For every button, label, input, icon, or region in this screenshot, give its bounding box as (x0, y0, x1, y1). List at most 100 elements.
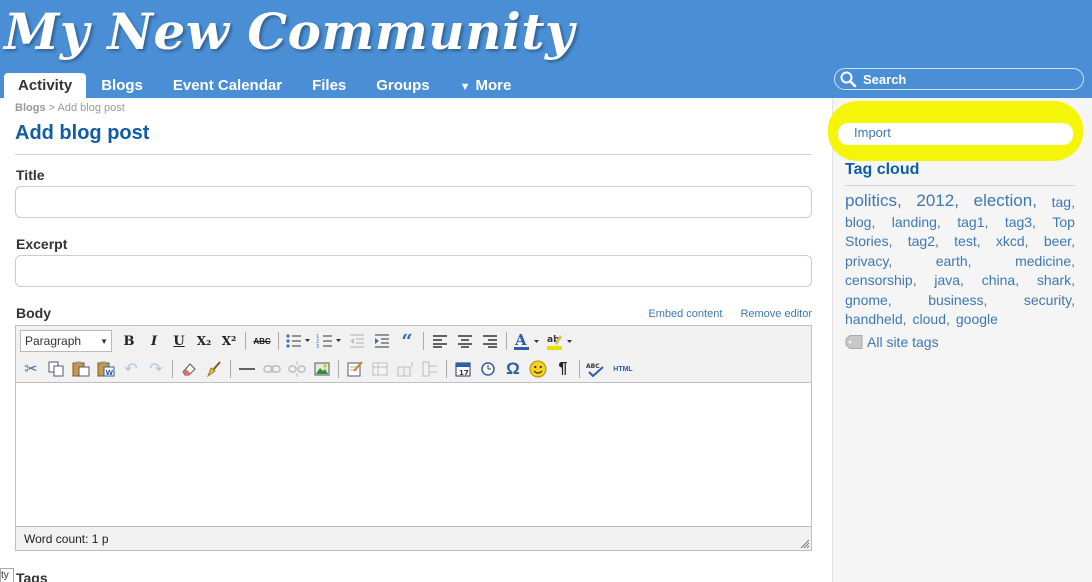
numbered-list-button[interactable]: 123 (315, 330, 343, 352)
insert-table-button[interactable] (369, 358, 391, 380)
tab-event-calendar[interactable]: Event Calendar (158, 73, 297, 98)
horizontal-rule-button[interactable] (236, 358, 258, 380)
table-column-button[interactable] (419, 358, 441, 380)
redo-button[interactable]: ↷ (145, 358, 167, 380)
tag-link[interactable]: security, (1024, 292, 1075, 308)
align-right-button[interactable] (479, 330, 501, 352)
tag-link[interactable]: privacy, (845, 253, 892, 269)
all-site-tags-link[interactable]: All site tags (845, 334, 939, 350)
tag-link[interactable]: java, (934, 272, 964, 288)
body-label: Body (16, 305, 51, 321)
strikethrough-button[interactable]: ABC (251, 330, 273, 352)
text-color-button[interactable]: A (512, 330, 542, 352)
unlink-button[interactable] (286, 358, 308, 380)
tag-link[interactable]: Top (1052, 214, 1075, 230)
cleanup-button[interactable] (203, 358, 225, 380)
search-box[interactable] (834, 68, 1084, 90)
tag-link[interactable]: gnome, (845, 292, 892, 308)
outdent-button[interactable] (346, 330, 368, 352)
search-input[interactable] (863, 71, 1063, 87)
tag-link[interactable]: handheld, (845, 311, 907, 327)
tab-blogs[interactable]: Blogs (86, 73, 158, 98)
blockquote-button[interactable]: “ (396, 329, 418, 353)
italic-button[interactable]: I (143, 330, 165, 352)
emoticon-button[interactable] (527, 358, 549, 380)
insert-link-button[interactable] (261, 358, 283, 380)
tag-link[interactable]: politics, (845, 191, 902, 211)
tag-link[interactable]: earth, (936, 253, 972, 269)
tab-more[interactable]: ▼ More (445, 73, 527, 98)
resize-grip-icon[interactable] (800, 539, 810, 549)
tag-link[interactable]: business, (928, 292, 987, 308)
special-character-button[interactable]: Ω (502, 358, 524, 380)
align-left-button[interactable] (429, 330, 451, 352)
tag-link[interactable]: censorship, (845, 272, 917, 288)
tag-link[interactable]: landing, (892, 214, 941, 230)
editor-toolbar-row-1: Paragraph ▼ B I U X₂ X² ABC 123 “ A ab (20, 329, 578, 353)
tag-cloud-line: censorship, java, china, shark, (845, 272, 1075, 288)
indent-button[interactable] (371, 330, 393, 352)
copy-button[interactable] (45, 358, 67, 380)
excerpt-input[interactable] (15, 255, 812, 287)
tag-link[interactable]: google (956, 311, 998, 327)
insert-date-button[interactable]: 17 (452, 358, 474, 380)
spellcheck-button[interactable]: ABC (585, 358, 607, 380)
editor-content-area[interactable] (16, 382, 811, 527)
title-input[interactable] (15, 186, 812, 218)
tag-link[interactable]: tag2, (908, 233, 939, 249)
show-blocks-button[interactable]: ¶ (552, 358, 574, 380)
site-title[interactable]: My New Community (4, 2, 575, 61)
bold-button[interactable]: B (118, 330, 140, 352)
subscript-button[interactable]: X₂ (193, 330, 215, 352)
spellcheck-icon: ABC (586, 363, 604, 377)
tag-link[interactable]: china, (982, 272, 1019, 288)
tag-link[interactable]: Stories, (845, 233, 892, 249)
tag-icon (845, 335, 863, 349)
edit-source-button[interactable] (344, 358, 366, 380)
tag-cloud-title: Tag cloud (845, 161, 920, 178)
page-title: Add blog post (15, 122, 150, 144)
tag-link[interactable]: test, (954, 233, 980, 249)
tag-link[interactable]: blog, (845, 214, 875, 230)
tab-activity[interactable]: Activity (4, 73, 87, 98)
import-link[interactable]: Import (854, 125, 891, 140)
svg-text:3: 3 (316, 344, 319, 349)
table-row-button[interactable] (394, 358, 416, 380)
align-center-button[interactable] (454, 330, 476, 352)
tag-link[interactable]: 2012, (916, 191, 959, 211)
tag-link[interactable]: medicine, (1015, 253, 1075, 269)
highlight-color-button[interactable]: ab (545, 330, 575, 352)
image-icon (314, 362, 330, 376)
clear-formatting-button[interactable] (178, 358, 200, 380)
main-content: Blogs > Add blog post Add blog post Titl… (0, 98, 832, 582)
triangle-down-icon: ▼ (459, 81, 471, 93)
word-count: Word count: 1 p (24, 532, 109, 546)
toolbar-separator (338, 360, 339, 378)
tag-link[interactable]: election, (974, 191, 1037, 211)
tag-link[interactable]: shark, (1037, 272, 1075, 288)
paste-button[interactable] (70, 358, 92, 380)
tag-link[interactable]: xkcd, (996, 233, 1029, 249)
embed-content-link[interactable]: Embed content (648, 308, 722, 320)
cut-button[interactable]: ✂ (20, 358, 42, 380)
tag-link[interactable]: tag1, (957, 214, 988, 230)
paste-word-button[interactable]: W (95, 358, 117, 380)
insert-image-button[interactable] (311, 358, 333, 380)
html-source-button[interactable]: HTML (610, 358, 636, 380)
insert-time-button[interactable] (477, 358, 499, 380)
tag-link[interactable]: cloud, (913, 311, 950, 327)
undo-button[interactable]: ↶ (120, 358, 142, 380)
copy-icon (48, 361, 64, 377)
tab-groups[interactable]: Groups (361, 73, 444, 98)
format-select[interactable]: Paragraph ▼ (20, 330, 112, 352)
underline-button[interactable]: U (168, 330, 190, 352)
breadcrumb-blogs-link[interactable]: Blogs (15, 102, 46, 114)
tag-link[interactable]: tag3, (1005, 214, 1036, 230)
tag-link[interactable]: tag, (1052, 194, 1075, 211)
remove-editor-link[interactable]: Remove editor (740, 308, 812, 320)
bullet-list-button[interactable] (284, 330, 312, 352)
scissors-icon: ✂ (24, 361, 38, 378)
tab-files[interactable]: Files (297, 73, 361, 98)
tag-link[interactable]: beer, (1044, 233, 1075, 249)
superscript-button[interactable]: X² (218, 330, 240, 352)
